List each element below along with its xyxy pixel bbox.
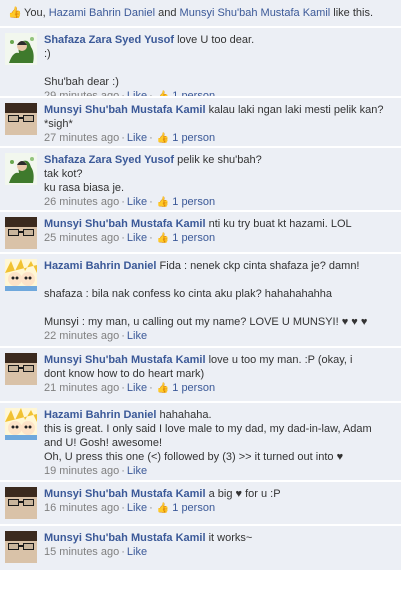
timestamp: 21 minutes ago bbox=[44, 382, 120, 394]
like-button[interactable]: Like bbox=[127, 382, 147, 394]
timestamp: 27 minutes ago bbox=[44, 132, 120, 144]
comment-item: Munsyi Shu'bah Mustafa Kamil it works~ 1… bbox=[0, 526, 401, 570]
comment-text: this is great. I only said I love male t… bbox=[44, 423, 372, 435]
like-count[interactable]: 1 person bbox=[172, 196, 215, 208]
like-button[interactable]: Like bbox=[127, 502, 147, 514]
comment-meta: 15 minutes ago · Like bbox=[44, 546, 148, 558]
comment-text: love u too my man. :P (okay, i bbox=[205, 354, 353, 366]
avatar[interactable] bbox=[5, 103, 37, 135]
avatar[interactable] bbox=[5, 259, 37, 291]
comment-author[interactable]: Hazami Bahrin Daniel bbox=[44, 409, 156, 421]
avatar[interactable] bbox=[5, 487, 37, 519]
thumbs-up-icon: 👍 bbox=[156, 503, 170, 514]
like-count[interactable]: 1 person bbox=[172, 90, 215, 96]
comment-author[interactable]: Munsyi Shu'bah Mustafa Kamil bbox=[44, 218, 206, 230]
timestamp: 22 minutes ago bbox=[44, 330, 120, 342]
avatar[interactable] bbox=[5, 353, 37, 385]
comment-text: kalau laki ngan laki mesti pelik kan? bbox=[205, 104, 384, 116]
comment-author[interactable]: Munsyi Shu'bah Mustafa Kamil bbox=[44, 104, 206, 116]
comment-text: love U too dear. bbox=[174, 34, 255, 46]
comment-meta: 21 minutes ago · Like · 👍 1 person bbox=[44, 382, 216, 394]
comment-text: dont know how to do heart mark) bbox=[44, 368, 205, 380]
comment-text: Shu'bah dear :) bbox=[44, 76, 119, 88]
comment-item: Munsyi Shu'bah Mustafa Kamil kalau laki … bbox=[0, 98, 401, 148]
comment-item: Munsyi Shu'bah Mustafa Kamil love u too … bbox=[0, 348, 401, 403]
comment-text: hahahaha. bbox=[156, 409, 212, 421]
thumbs-up-icon: 👍 bbox=[156, 233, 170, 244]
comment-meta: 22 minutes ago · Like bbox=[44, 330, 148, 342]
comment-author[interactable]: Munsyi Shu'bah Mustafa Kamil bbox=[44, 532, 206, 544]
timestamp: 29 minutes ago bbox=[44, 90, 120, 98]
avatar[interactable] bbox=[5, 33, 37, 65]
avatar[interactable] bbox=[5, 217, 37, 249]
comment-text: shafaza : bila nak confess ko cinta aku … bbox=[44, 288, 333, 300]
comment-text: nti ku try buat kt hazami. LOL bbox=[205, 218, 352, 230]
comment-text: a big ♥ for u :P bbox=[205, 488, 281, 500]
like-button[interactable]: Like bbox=[127, 330, 147, 342]
like-button[interactable]: Like bbox=[127, 132, 147, 144]
like-button[interactable]: Like bbox=[127, 546, 147, 558]
like-count[interactable]: 1 person bbox=[172, 132, 215, 144]
comment-item: Munsyi Shu'bah Mustafa Kamil a big ♥ for… bbox=[0, 482, 401, 526]
likes-summary: 👍 You, Hazami Bahrin Daniel and Munsyi Sh… bbox=[0, 0, 401, 26]
comment-text: :) bbox=[44, 48, 51, 60]
like-count[interactable]: 1 person bbox=[172, 232, 215, 244]
comment-meta: 29 minutes ago · Like · 👍 1 person bbox=[44, 90, 215, 98]
comment-text: ku rasa biasa je. bbox=[44, 182, 125, 194]
comment-author[interactable]: Hazami Bahrin Daniel bbox=[44, 260, 156, 272]
thumbs-up-icon: 👍 bbox=[156, 91, 170, 98]
comment-text: pelik ke shu'bah? bbox=[174, 154, 262, 166]
comment-text: Oh, U press this one (<) followed by (3)… bbox=[44, 451, 344, 463]
comment-meta: 19 minutes ago · Like bbox=[44, 465, 148, 477]
thumbs-up-icon: 👍 bbox=[156, 383, 170, 394]
comment-item: Hazami Bahrin Daniel Fida : nenek ckp ci… bbox=[0, 254, 401, 348]
avatar[interactable] bbox=[5, 531, 37, 563]
comment-text: Munsyi : my man, u calling out my name? … bbox=[44, 316, 368, 328]
comment-thread: 👍 You, Hazami Bahrin Daniel and Munsyi Sh… bbox=[0, 0, 401, 602]
likes-suffix: like this. bbox=[330, 7, 374, 19]
comment-author[interactable]: Munsyi Shu'bah Mustafa Kamil bbox=[44, 488, 206, 500]
comment-text: and U! Gosh! awesome! bbox=[44, 437, 163, 449]
comment-meta: 26 minutes ago · Like · 👍 1 person bbox=[44, 196, 216, 208]
thumbs-up-icon: 👍 bbox=[156, 133, 170, 144]
like-button[interactable]: Like bbox=[127, 196, 147, 208]
like-count[interactable]: 1 person bbox=[172, 502, 215, 514]
like-button[interactable]: Like bbox=[127, 232, 147, 244]
timestamp: 15 minutes ago bbox=[44, 546, 120, 558]
thumbs-up-icon: 👍 bbox=[8, 7, 22, 19]
comment-item: Shafaza Zara Syed Yusof love U too dear.… bbox=[0, 28, 401, 98]
avatar[interactable] bbox=[5, 153, 37, 185]
timestamp: 19 minutes ago bbox=[44, 465, 120, 477]
liker-link-munsyi[interactable]: Munsyi Shu'bah Mustafa Kamil bbox=[180, 7, 331, 19]
comment-meta: 27 minutes ago · Like · 👍 1 person bbox=[44, 132, 216, 144]
liker-link-hazami[interactable]: Hazami Bahrin Daniel bbox=[49, 7, 155, 19]
likes-and: and bbox=[155, 7, 180, 19]
comment-text: tak kot? bbox=[44, 168, 83, 180]
timestamp: 26 minutes ago bbox=[44, 196, 120, 208]
comment-text: *sigh* bbox=[44, 118, 73, 130]
avatar[interactable] bbox=[5, 408, 37, 440]
comment-meta: 25 minutes ago · Like · 👍 1 person bbox=[44, 232, 216, 244]
comment-item: Shafaza Zara Syed Yusof pelik ke shu'bah… bbox=[0, 148, 401, 212]
comment-item: Hazami Bahrin Daniel hahahaha. this is g… bbox=[0, 403, 401, 482]
comment-item: Munsyi Shu'bah Mustafa Kamil nti ku try … bbox=[0, 212, 401, 254]
timestamp: 16 minutes ago bbox=[44, 502, 120, 514]
comment-meta: 16 minutes ago · Like · 👍 1 person bbox=[44, 502, 216, 514]
thumbs-up-icon: 👍 bbox=[156, 197, 170, 208]
comment-author[interactable]: Shafaza Zara Syed Yusof bbox=[44, 34, 174, 46]
comment-text: it works~ bbox=[205, 532, 253, 544]
comment-text: Fida : nenek ckp cinta shafaza je? damn! bbox=[156, 260, 360, 272]
like-button[interactable]: Like bbox=[127, 90, 147, 96]
likes-prefix: You, bbox=[24, 7, 49, 19]
like-count[interactable]: 1 person bbox=[172, 382, 215, 394]
comment-author[interactable]: Shafaza Zara Syed Yusof bbox=[44, 154, 174, 166]
timestamp: 25 minutes ago bbox=[44, 232, 120, 244]
comment-author[interactable]: Munsyi Shu'bah Mustafa Kamil bbox=[44, 354, 206, 366]
like-button[interactable]: Like bbox=[127, 465, 147, 477]
